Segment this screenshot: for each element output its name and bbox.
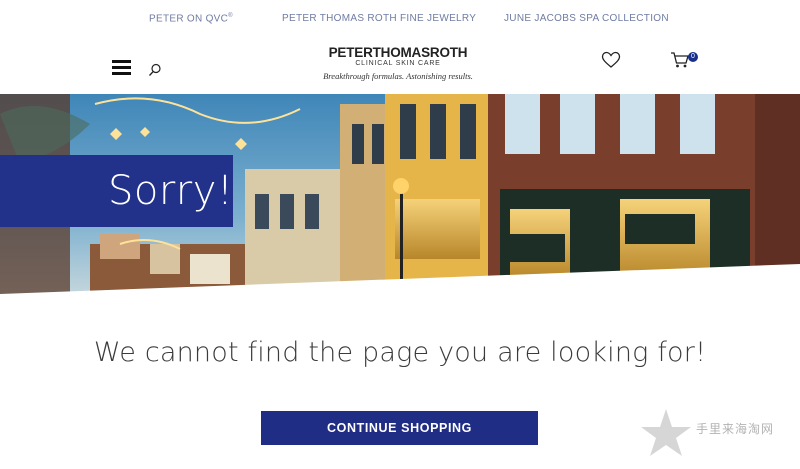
continue-shopping-button[interactable]: CONTINUE SHOPPING [261,411,538,445]
registered-mark: ® [228,13,233,19]
heart-icon[interactable] [601,51,621,69]
link-june-jacobs[interactable]: JUNE JACOBS SPA COLLECTION [504,13,669,24]
error-message: We cannot find the page you are looking … [93,337,707,368]
cart-icon[interactable] [670,51,690,69]
link-fine-jewelry[interactable]: PETER THOMAS ROTH FINE JEWELRY [282,13,476,24]
logo-subtitle: CLINICAL SKIN CARE [355,60,441,67]
menu-icon[interactable] [112,60,131,76]
search-icon[interactable] [148,63,162,77]
star-icon [641,409,691,456]
link-peter-on-qvc-label: PETER ON QVC [149,13,229,25]
top-links-bar: PETER ON QVC® PETER THOMAS ROTH FINE JEW… [0,0,800,38]
link-peter-on-qvc[interactable]: PETER ON QVC® [149,13,233,24]
logo-brand-name: PETERTHOMASROTH [328,45,468,60]
cart-count-badge: 0 [688,52,698,62]
logo-tagline: Breakthrough formulas. Astonishing resul… [323,71,473,81]
site-header: PETERTHOMASROTH CLINICAL SKIN CARE Break… [0,38,800,94]
watermark: 手里来海淘网 [636,405,796,465]
error-heading: Sorry! [108,168,234,214]
brand-logo[interactable]: PETERTHOMASROTH CLINICAL SKIN CARE Break… [318,45,478,85]
watermark-text: 手里来海淘网 [696,422,775,436]
